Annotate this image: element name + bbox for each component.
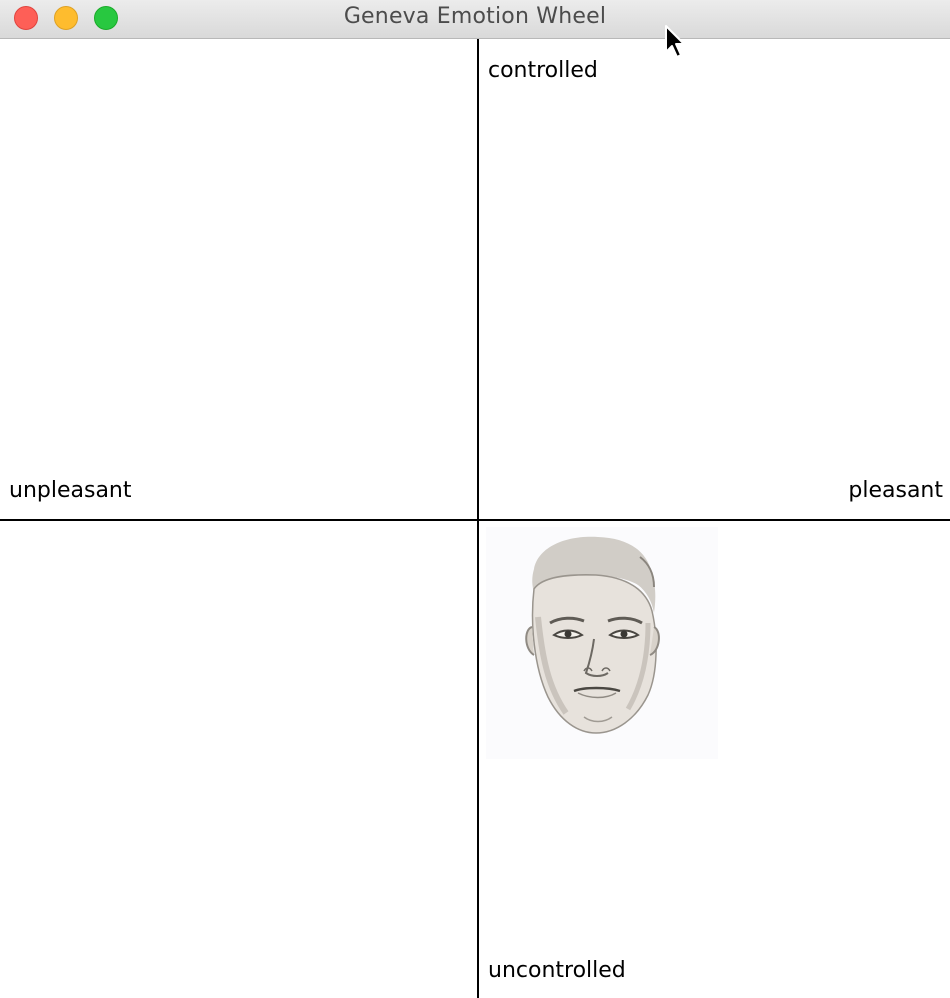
emotion-wheel-canvas[interactable]: controlled unpleasant pleasant uncontrol… (0, 39, 950, 998)
window-title: Geneva Emotion Wheel (343, 4, 607, 29)
axis-label-pleasant: pleasant (848, 478, 943, 503)
mouse-cursor-icon (665, 25, 685, 58)
axis-label-unpleasant: unpleasant (9, 478, 132, 503)
face-stimulus-image (486, 527, 718, 759)
axis-label-controlled: controlled (488, 58, 598, 83)
face-sketch-icon (525, 536, 660, 734)
axis-label-uncontrolled: uncontrolled (488, 958, 626, 983)
title-bar[interactable]: Geneva Emotion Wheel (0, 0, 950, 39)
horizontal-axis (0, 519, 950, 521)
app-window: Geneva Emotion Wheel controlled unpleasa… (0, 0, 950, 998)
